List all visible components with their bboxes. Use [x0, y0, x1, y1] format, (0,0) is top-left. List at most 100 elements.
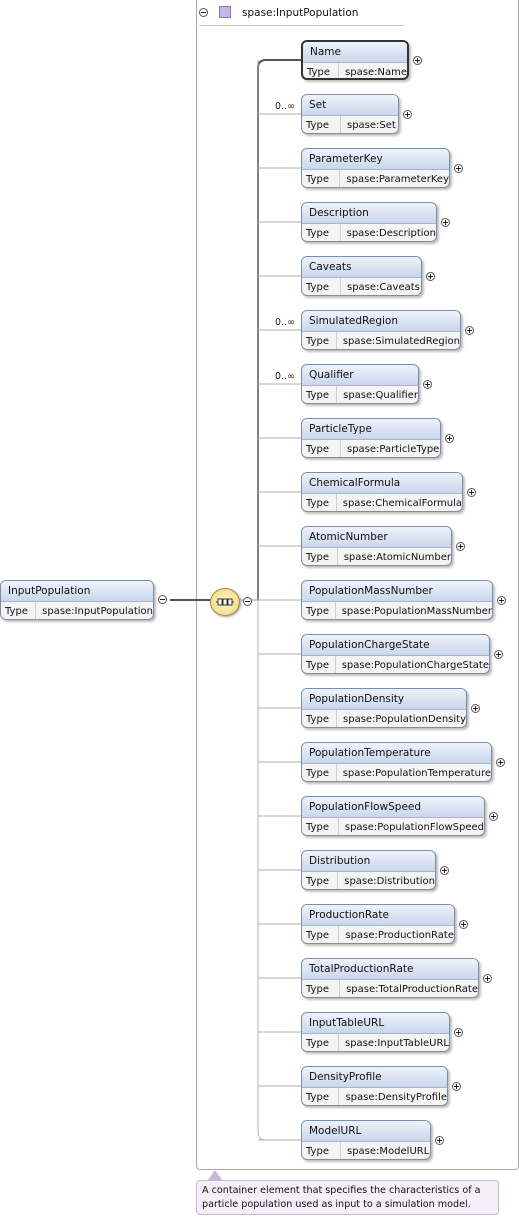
element-name: ParameterKey	[302, 149, 449, 170]
element-type-value: spase:ChemicalFormula	[342, 498, 462, 509]
element-type-value: spase:PopulationTemperature	[342, 768, 491, 779]
element-type-value: spase:DensityProfile	[345, 1092, 447, 1103]
element-name: Name	[303, 42, 407, 63]
element-node-modelurl[interactable]: ModelURL Type spase:ModelURL	[301, 1120, 431, 1160]
element-type-label: Type	[302, 1142, 341, 1159]
element-type-label: Type	[302, 548, 338, 565]
element-name: ModelURL	[302, 1121, 430, 1142]
element-type-value: spase:SimulatedRegion	[342, 336, 460, 347]
schema-diagram: spase:InputPopulation InputPopulation Ty…	[0, 0, 519, 1218]
expand-icon[interactable]	[454, 164, 463, 173]
element-node-caveats[interactable]: Caveats Type spase:Caveats	[301, 256, 422, 296]
element-type-value: spase:ParticleType	[347, 444, 440, 455]
element-name: Distribution	[302, 851, 435, 872]
element-node-densityprofile[interactable]: DensityProfile Type spase:DensityProfile	[301, 1066, 448, 1106]
element-node-atomicnumber[interactable]: AtomicNumber Type spase:AtomicNumber	[301, 526, 452, 566]
element-type-value: spase:InputTableURL	[344, 1038, 449, 1049]
element-node-description[interactable]: Description Type spase:Description	[301, 202, 437, 242]
element-name: PopulationDensity	[302, 689, 466, 710]
element-type-value: spase:Qualifier	[343, 390, 418, 401]
element-type-label: Type	[302, 710, 338, 727]
expand-icon[interactable]	[452, 1082, 461, 1091]
element-type-label: Type	[302, 602, 336, 619]
element-node-chemicalformula[interactable]: ChemicalFormula Type spase:ChemicalFormula	[301, 472, 463, 512]
element-node-inputtableurl[interactable]: InputTableURL Type spase:InputTableURL	[301, 1012, 450, 1052]
expand-icon[interactable]	[467, 488, 476, 497]
expand-icon[interactable]	[403, 110, 412, 119]
occurrence-label: 0..∞	[275, 371, 295, 382]
sequence-collapse-icon[interactable]	[243, 597, 252, 606]
element-type-label: Type	[302, 224, 341, 241]
element-name: PopulationTemperature	[302, 743, 491, 764]
element-name: Caveats	[302, 257, 421, 278]
element-node-simulatedregion[interactable]: SimulatedRegion Type spase:SimulatedRegion	[301, 310, 461, 350]
element-type-value: spase:Caveats	[347, 282, 420, 293]
element-type-value: spase:ParameterKey	[346, 174, 449, 185]
occurrence-label: 0..∞	[275, 317, 295, 328]
element-name: PopulationChargeState	[302, 635, 489, 656]
element-type-value: spase:Set	[347, 120, 396, 131]
element-node-productionrate[interactable]: ProductionRate Type spase:ProductionRate	[301, 904, 455, 944]
element-node-populationmassnumber[interactable]: PopulationMassNumber Type spase:Population…	[301, 580, 493, 620]
element-type-label: Type	[302, 764, 337, 781]
expand-icon[interactable]	[459, 920, 468, 929]
element-name: InputTableURL	[302, 1013, 449, 1034]
expand-icon[interactable]	[445, 434, 454, 443]
element-type-value: spase:ModelURL	[347, 1146, 430, 1157]
expand-icon[interactable]	[483, 974, 492, 983]
expand-icon[interactable]	[426, 272, 435, 281]
expand-icon[interactable]	[494, 650, 503, 659]
element-type-label: Type	[302, 926, 340, 943]
expand-icon[interactable]	[496, 758, 505, 767]
root-collapse-icon[interactable]	[158, 595, 167, 604]
root-element-node[interactable]: InputPopulation Type spase:InputPopulati…	[0, 580, 154, 620]
expand-icon[interactable]	[435, 1136, 444, 1145]
element-type-label: Type	[302, 980, 341, 997]
element-type-value: spase:Description	[346, 228, 436, 239]
element-type-value: spase:PopulationFlowSpeed	[344, 822, 484, 833]
expand-icon[interactable]	[441, 218, 450, 227]
element-name: Description	[302, 203, 436, 224]
element-node-populationflowspeed[interactable]: PopulationFlowSpeed Type spase:PopulationF…	[301, 796, 485, 836]
element-node-parameterkey[interactable]: ParameterKey Type spase:ParameterKey	[301, 148, 450, 188]
annotation-box: A container element that specifies the c…	[196, 1180, 499, 1215]
root-element-name: InputPopulation	[1, 581, 153, 602]
element-name: ParticleType	[302, 419, 440, 440]
sequence-icon	[216, 598, 234, 606]
expand-icon[interactable]	[456, 542, 465, 551]
element-type-label: Type	[302, 386, 338, 403]
element-type-value: spase:Name	[345, 67, 407, 78]
expand-icon[interactable]	[471, 704, 480, 713]
element-node-populationchargestate[interactable]: PopulationChargeState Type spase:Populatio…	[301, 634, 490, 674]
element-name: PopulationMassNumber	[302, 581, 492, 602]
element-name: DensityProfile	[302, 1067, 447, 1088]
expand-icon[interactable]	[423, 380, 432, 389]
element-node-populationdensity[interactable]: PopulationDensity Type spase:PopulationDen…	[301, 688, 467, 728]
expand-icon[interactable]	[454, 1028, 463, 1037]
expand-icon[interactable]	[465, 326, 474, 335]
element-type-value: spase:PopulationChargeState	[341, 660, 489, 671]
expand-icon[interactable]	[489, 812, 498, 821]
element-type-label: Type	[302, 818, 339, 835]
element-node-totalproductionrate[interactable]: TotalProductionRate Type spase:TotalProduc…	[301, 958, 479, 998]
expand-icon[interactable]	[440, 866, 449, 875]
element-node-particletype[interactable]: ParticleType Type spase:ParticleType	[301, 418, 441, 458]
expand-icon[interactable]	[497, 596, 506, 605]
sequence-compositor[interactable]	[210, 588, 240, 616]
root-type-label: Type	[1, 602, 37, 619]
element-node-name[interactable]: Name Type spase:Name	[301, 40, 409, 80]
expand-icon[interactable]	[413, 56, 422, 65]
element-name: SimulatedRegion	[302, 311, 460, 332]
element-node-populationtemperature[interactable]: PopulationTemperature Type spase:Populatio…	[301, 742, 492, 782]
element-node-set[interactable]: Set Type spase:Set	[301, 94, 399, 134]
element-type-label: Type	[302, 332, 337, 349]
element-type-label: Type	[302, 278, 341, 295]
element-name: Qualifier	[302, 365, 418, 386]
annotation-pointer	[208, 1170, 222, 1180]
element-node-distribution[interactable]: Distribution Type spase:Distribution	[301, 850, 436, 890]
element-type-label: Type	[302, 494, 337, 511]
element-type-label: Type	[303, 63, 340, 78]
element-name: Set	[302, 95, 398, 116]
element-node-qualifier[interactable]: Qualifier Type spase:Qualifier	[301, 364, 419, 404]
element-type-value: spase:PopulationMassNumber	[341, 606, 492, 617]
